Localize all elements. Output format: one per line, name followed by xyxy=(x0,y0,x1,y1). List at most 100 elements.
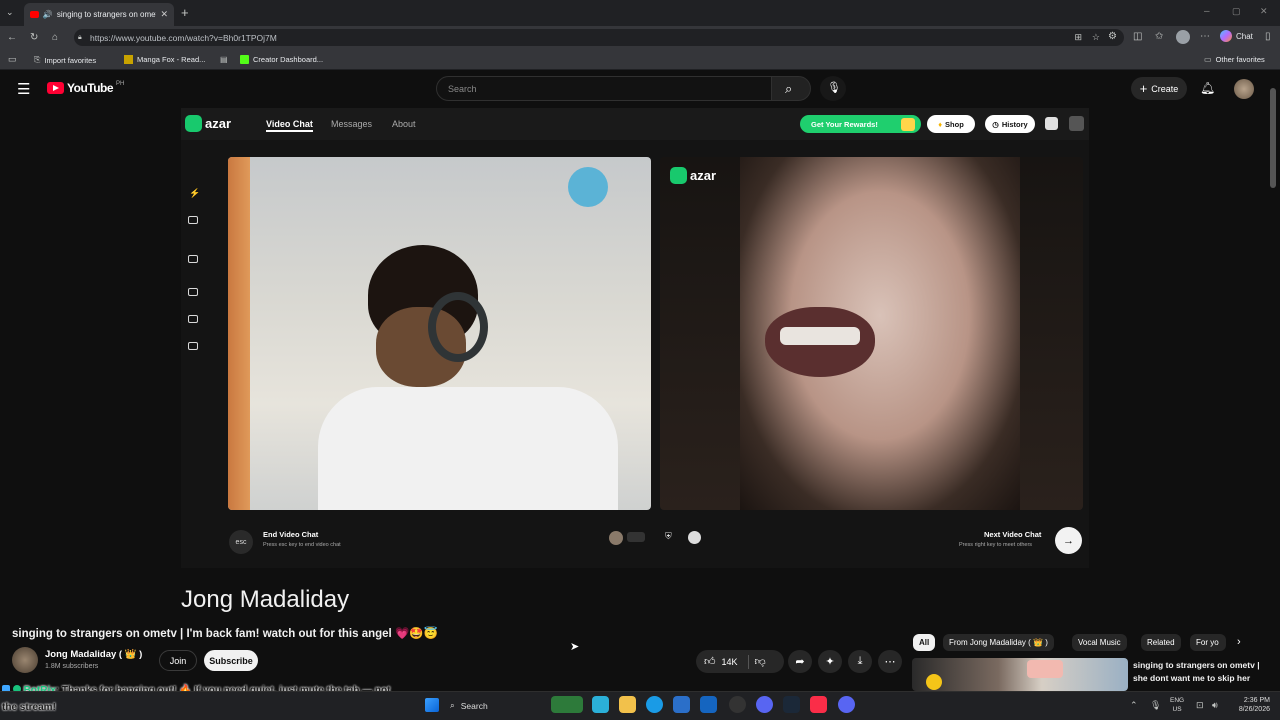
more-horizontal-icon: ⋯ xyxy=(884,656,896,668)
sidebar-icon[interactable]: ▯ xyxy=(1265,31,1271,42)
discord-icon[interactable] xyxy=(756,696,773,713)
browser-tab-strip: ⌄ 🔊 singing to strangers on omet ✕ + – ▢… xyxy=(0,0,1280,26)
favorite-creator-dashboard[interactable]: Creator Dashboard... xyxy=(240,55,323,64)
collections-icon[interactable]: ▭ xyxy=(8,54,17,65)
tab-list-chevron-icon[interactable]: ⌄ xyxy=(6,7,14,18)
report-shield-icon: ⛨ xyxy=(665,531,672,541)
browser-tab[interactable]: 🔊 singing to strangers on omet ✕ xyxy=(24,3,174,26)
chip-label: Related xyxy=(1147,638,1175,647)
folder-icon: ▭ xyxy=(1204,55,1212,64)
like-count: 14K xyxy=(721,656,738,667)
network-icon[interactable]: ⊡ xyxy=(1196,700,1204,711)
minimize-icon[interactable]: – xyxy=(1204,6,1210,17)
notifications-bell-icon[interactable]: 🔔︎ xyxy=(1200,81,1215,95)
next-arrow-icon: → xyxy=(1055,527,1082,554)
create-button[interactable]: + Create xyxy=(1131,77,1187,100)
ometv-logo-icon xyxy=(1027,660,1063,678)
page-scrollbar-thumb[interactable] xyxy=(1270,88,1276,188)
speaker-icon[interactable]: 🔊 xyxy=(43,10,53,19)
chip-label: From Jong Madaliday ( 👑 ) xyxy=(949,638,1048,647)
more-actions-button[interactable]: ⋯ xyxy=(878,650,902,673)
windows-start-icon[interactable] xyxy=(425,698,439,712)
chip-for-you[interactable]: For yo xyxy=(1190,634,1226,651)
subscribe-button[interactable]: Subscribe xyxy=(204,650,258,671)
favorite-manga-fox[interactable]: Manga Fox - Read... xyxy=(124,55,205,64)
like-button[interactable]: 👍︎ 14K xyxy=(704,655,738,668)
chip-related[interactable]: Related xyxy=(1141,634,1181,651)
favorites-icon[interactable]: ✩ xyxy=(1155,31,1163,42)
youtube-play-icon xyxy=(47,82,64,94)
maximize-icon[interactable]: ▢ xyxy=(1232,6,1241,17)
ask-ai-button[interactable]: ✦ xyxy=(818,650,842,673)
channel-name[interactable]: Jong Madaliday ( 👑 ) xyxy=(45,649,142,660)
other-favorites[interactable]: ▭ Other favorites xyxy=(1204,55,1265,64)
copilot-chat-button[interactable]: Chat xyxy=(1220,30,1253,42)
next-video-chat-hint: Press right key to meet others xyxy=(959,542,1033,548)
music-app-icon[interactable] xyxy=(810,696,827,713)
discord2-icon[interactable] xyxy=(838,696,855,713)
clock-time: 2:36 PM xyxy=(1243,697,1270,704)
app-available-icon[interactable]: ⊞ xyxy=(1074,32,1082,43)
refresh-icon[interactable]: ↻ xyxy=(30,32,38,43)
chip-all[interactable]: All xyxy=(913,634,936,651)
taskbar-widget-icon[interactable] xyxy=(551,696,583,713)
partner-avatar xyxy=(609,531,623,545)
favorite-import[interactable]: ⎘ Import favorites xyxy=(34,55,96,65)
related-video-thumbnail[interactable] xyxy=(912,658,1128,691)
hamburger-menu-icon[interactable]: ☰ xyxy=(17,80,30,98)
youtube-search-input[interactable]: Search xyxy=(436,76,772,101)
back-icon[interactable]: ← xyxy=(7,32,17,43)
edge-browser-icon[interactable] xyxy=(646,696,663,713)
home-icon[interactable]: ⌂ xyxy=(52,32,58,43)
clock-date: 8/26/2026 xyxy=(1238,706,1270,713)
steam-icon[interactable] xyxy=(783,696,800,713)
close-tab-icon[interactable]: ✕ xyxy=(160,9,168,20)
end-video-chat-title: End Video Chat xyxy=(263,530,319,539)
download-button[interactable]: ⤓ xyxy=(848,650,872,673)
close-window-icon[interactable]: ✕ xyxy=(1260,6,1268,17)
favorite-star-icon[interactable]: ☆ xyxy=(1092,32,1100,43)
taskbar-clock[interactable]: 2:36 PM 8/26/2026 xyxy=(1228,696,1270,714)
account-avatar[interactable] xyxy=(1234,79,1254,99)
voice-search-button[interactable]: 🎙︎ xyxy=(820,76,846,101)
azar-shop-button: ♦ Shop xyxy=(927,115,975,133)
split-screen-icon[interactable]: ◫ xyxy=(1133,31,1142,42)
tray-mic-icon[interactable]: 🎙︎ xyxy=(1150,700,1161,711)
chip-label: For yo xyxy=(1196,638,1219,647)
join-label: Join xyxy=(169,655,187,666)
profile-avatar[interactable] xyxy=(1176,30,1190,44)
azar-logo-icon xyxy=(185,115,202,132)
file-explorer-icon[interactable] xyxy=(619,696,636,713)
extensions-icon[interactable]: ⚙ xyxy=(1108,31,1117,42)
chips-next-chevron-icon[interactable]: › xyxy=(1237,636,1241,648)
related-video-title-line2[interactable]: she dont want me to skip her xyxy=(1133,673,1250,683)
thumbs-down-icon[interactable]: 👎︎ xyxy=(755,655,766,668)
language-indicator[interactable]: ENG US xyxy=(1170,696,1184,714)
channel-avatar[interactable] xyxy=(12,647,38,673)
taskbar-store-icon[interactable] xyxy=(673,696,690,713)
chip-from-channel[interactable]: From Jong Madaliday ( 👑 ) xyxy=(943,634,1054,651)
new-tab-icon[interactable]: + xyxy=(181,5,189,20)
url-field[interactable]: 🔒︎ https://www.youtube.com/watch?v=Bh0r1… xyxy=(74,29,1124,46)
related-video-title-line1[interactable]: singing to strangers on ometv | xyxy=(1133,660,1260,670)
taskbar-search-label: Search xyxy=(460,700,488,711)
azar-watermark-text: azar xyxy=(690,168,717,183)
outlook-icon[interactable] xyxy=(700,696,717,713)
youtube-search-button[interactable]: ⌕ xyxy=(771,76,811,101)
join-button[interactable]: Join xyxy=(159,650,197,671)
youtube-logo-text: YouTube xyxy=(67,81,114,95)
taskbar-search[interactable]: ⌕ Search xyxy=(450,697,540,714)
tray-chevron-icon[interactable]: ⌃ xyxy=(1130,700,1138,711)
azar-watermark: azar xyxy=(670,167,716,184)
subscribe-label: Subscribe xyxy=(209,655,253,666)
share-button[interactable]: ➦ xyxy=(788,650,812,673)
search-icon: ⌕ xyxy=(785,81,793,96)
more-menu-icon[interactable]: ⋯ xyxy=(1200,31,1210,42)
youtube-logo[interactable]: YouTube PH xyxy=(47,81,124,95)
lock-icon: 🔒︎ xyxy=(78,33,82,41)
taskbar-app2-icon[interactable] xyxy=(729,696,746,713)
favorite-reading-list[interactable]: ▤ xyxy=(220,55,228,64)
taskbar-app-icon[interactable] xyxy=(592,696,609,713)
volume-icon[interactable]: 🔊︎ xyxy=(1212,700,1218,711)
chip-vocal-music[interactable]: Vocal Music xyxy=(1072,634,1127,651)
